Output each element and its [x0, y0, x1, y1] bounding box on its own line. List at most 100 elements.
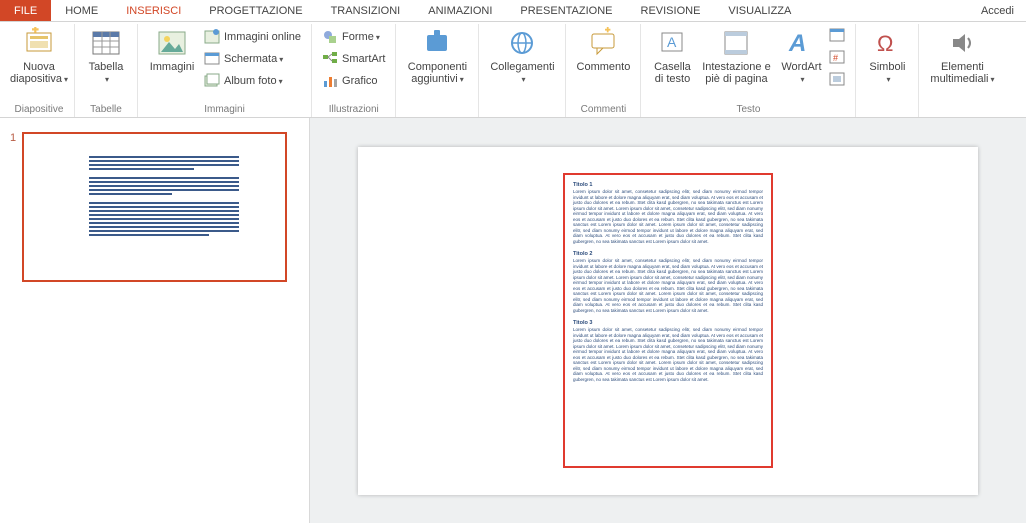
slide-number-button[interactable]: #: [827, 46, 849, 68]
smartart-button[interactable]: SmartArt: [318, 48, 389, 70]
group-addins: Componenti aggiuntivi▾: [395, 24, 478, 117]
date-time-button[interactable]: [827, 24, 849, 46]
doc-body-3: Lorem ipsum dolor sit amet, consetetur s…: [573, 327, 763, 382]
online-images-button[interactable]: Immagini online: [200, 26, 305, 48]
header-footer-label: Intestazione e piè di pagina: [699, 61, 773, 85]
group-comments-label: Commenti: [581, 104, 627, 115]
sign-in-link[interactable]: Accedi: [969, 0, 1026, 21]
shapes-icon: [322, 29, 338, 45]
slide-edit-area[interactable]: Titolo 1 Lorem ipsum dolor sit amet, con…: [310, 118, 1026, 523]
group-tables: Tabella ▾ Tabelle: [74, 24, 137, 117]
group-comments: Commento Commenti: [565, 24, 640, 117]
slide-thumbnail-pane: 1: [0, 118, 310, 523]
textbox-button[interactable]: A Casella di testo: [647, 24, 697, 85]
tab-transitions[interactable]: TRANSIZIONI: [317, 0, 415, 21]
tab-file[interactable]: FILE: [0, 0, 51, 21]
addins-icon: [421, 27, 453, 59]
table-label: Tabella: [89, 61, 124, 73]
media-button[interactable]: Elementi multimediali▾: [925, 24, 999, 86]
dropdown-caret-icon: ▾: [886, 75, 890, 84]
screenshot-label: Schermata: [224, 53, 277, 65]
tab-view[interactable]: VISUALIZZA: [714, 0, 805, 21]
svg-text:A: A: [667, 34, 677, 50]
slide-canvas[interactable]: Titolo 1 Lorem ipsum dolor sit amet, con…: [358, 147, 978, 495]
images-button[interactable]: Immagini: [144, 24, 200, 73]
inserted-word-object[interactable]: Titolo 1 Lorem ipsum dolor sit amet, con…: [563, 173, 773, 468]
hyperlink-icon: [506, 27, 538, 59]
table-icon: [90, 27, 122, 59]
ribbon: Nuova diapositiva▾ Diapositive Tabella▾ …: [0, 22, 1026, 118]
group-slides-label: Diapositive: [15, 104, 64, 115]
table-button[interactable]: Tabella ▾: [81, 24, 131, 86]
media-label: Elementi multimediali: [930, 61, 988, 85]
dropdown-caret-icon: ▾: [376, 33, 380, 42]
textbox-icon: A: [656, 27, 688, 59]
doc-body-2: Lorem ipsum dolor sit amet, consetetur s…: [573, 258, 763, 313]
images-label: Immagini: [150, 61, 195, 73]
textbox-label: Casella di testo: [649, 61, 695, 85]
online-images-icon: [204, 29, 220, 45]
doc-body-1: Lorem ipsum dolor sit amet, consetetur s…: [573, 189, 763, 244]
screenshot-button[interactable]: Schermata▾: [200, 48, 305, 70]
wordart-label: WordArt: [781, 61, 821, 73]
new-slide-label: Nuova diapositiva: [10, 61, 62, 85]
speaker-icon: [946, 27, 978, 59]
symbols-button[interactable]: Ω Simboli ▾: [862, 24, 912, 86]
thumbnail-text-preview: [89, 156, 239, 238]
tab-review[interactable]: REVISIONE: [627, 0, 715, 21]
svg-text:Ω: Ω: [877, 31, 893, 56]
insert-object-button[interactable]: [827, 68, 849, 90]
ribbon-tabs: FILE HOME INSERISCI PROGETTAZIONE TRANSI…: [0, 0, 1026, 22]
addins-label: Componenti aggiuntivi: [408, 61, 467, 85]
screenshot-icon: [204, 51, 220, 67]
picture-icon: [156, 27, 188, 59]
group-media: Elementi multimediali▾: [918, 24, 1005, 117]
addins-button[interactable]: Componenti aggiuntivi▾: [402, 24, 472, 86]
dropdown-caret-icon: ▾: [64, 75, 68, 84]
doc-title-1: Titolo 1: [573, 182, 763, 188]
workspace: 1 Titolo 1 Lorem ipsum dolor sit amet, c…: [0, 118, 1026, 523]
insert-object-icon: [829, 71, 845, 87]
symbols-label: Simboli: [869, 61, 905, 73]
omega-icon: Ω: [871, 27, 903, 59]
dropdown-caret-icon: ▾: [105, 75, 109, 84]
album-label: Album foto: [224, 75, 277, 87]
chart-icon: [322, 73, 338, 89]
tab-insert[interactable]: INSERISCI: [112, 0, 195, 21]
dropdown-caret-icon: ▾: [521, 75, 525, 84]
group-illustrations: Forme▾ SmartArt Grafico Illustrazioni: [311, 24, 395, 117]
wordart-icon: A: [785, 27, 817, 59]
chart-label: Grafico: [342, 75, 377, 87]
dropdown-caret-icon: ▾: [990, 75, 994, 84]
links-label: Collegamenti: [490, 61, 554, 73]
new-slide-icon: [23, 27, 55, 59]
tab-animations[interactable]: ANIMAZIONI: [414, 0, 506, 21]
online-images-label: Immagini online: [224, 31, 301, 43]
tab-design[interactable]: PROGETTAZIONE: [195, 0, 316, 21]
shapes-button[interactable]: Forme▾: [318, 26, 389, 48]
shapes-label: Forme: [342, 31, 374, 43]
comment-button[interactable]: Commento: [572, 24, 634, 73]
tab-slideshow[interactable]: PRESENTAZIONE: [506, 0, 626, 21]
slide-number-icon: #: [829, 49, 845, 65]
tab-home[interactable]: HOME: [51, 0, 112, 21]
dropdown-caret-icon: ▾: [279, 77, 283, 86]
new-slide-button[interactable]: Nuova diapositiva▾: [10, 24, 68, 86]
svg-text:#: #: [833, 53, 838, 63]
date-time-icon: [829, 27, 845, 43]
group-tables-label: Tabelle: [90, 104, 122, 115]
header-footer-button[interactable]: Intestazione e piè di pagina: [697, 24, 775, 85]
links-button[interactable]: Collegamenti ▾: [485, 24, 559, 86]
dropdown-caret-icon: ▾: [279, 55, 283, 64]
group-links: Collegamenti ▾: [478, 24, 565, 117]
svg-text:A: A: [788, 30, 806, 57]
wordart-button[interactable]: A WordArt▾: [775, 24, 827, 86]
album-button[interactable]: Album foto▾: [200, 70, 305, 92]
slide-thumbnail-1[interactable]: [22, 132, 287, 282]
smartart-label: SmartArt: [342, 53, 385, 65]
comment-label: Commento: [577, 61, 631, 73]
dropdown-caret-icon: ▾: [460, 75, 464, 84]
chart-button[interactable]: Grafico: [318, 70, 389, 92]
comment-icon: [587, 27, 619, 59]
doc-title-3: Titolo 3: [573, 320, 763, 326]
